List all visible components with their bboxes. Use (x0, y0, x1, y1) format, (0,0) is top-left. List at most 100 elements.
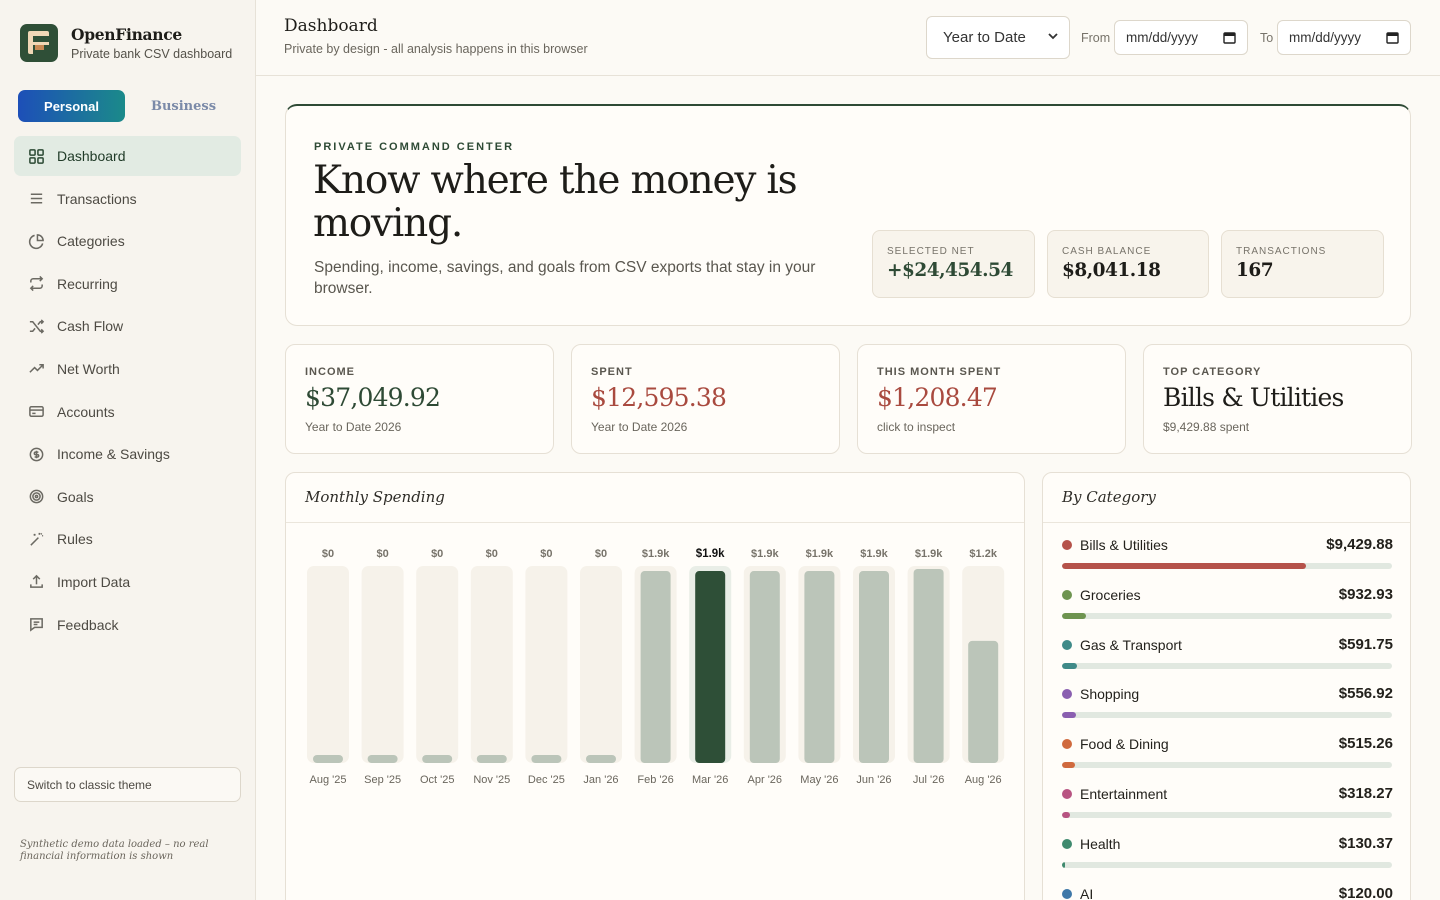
sidebar-item-goals[interactable]: Goals (14, 477, 241, 517)
wand-icon (27, 530, 45, 548)
chart-bar[interactable] (640, 571, 671, 763)
sidebar-item-feedback[interactable]: Feedback (14, 605, 241, 645)
category-amount: $515.26 (1338, 735, 1393, 753)
sidebar-item-label: Rules (57, 531, 93, 548)
chart-bar[interactable] (749, 571, 780, 763)
bar-data-label: $1.9k (751, 548, 779, 560)
to-date-input[interactable]: mm/dd/yyyy (1277, 20, 1411, 55)
chart-bar[interactable] (859, 571, 889, 763)
sidebar-item-dashboard[interactable]: Dashboard (14, 136, 241, 176)
category-progress-fill (1062, 861, 1066, 868)
this-month-spent-card[interactable]: THIS MONTH SPENT $1,208.47 click to insp… (857, 344, 1126, 454)
from-date-placeholder: mm/dd/yyyy (1126, 30, 1199, 45)
page-title: Dashboard (284, 16, 378, 36)
shuffle-icon (27, 317, 45, 335)
sidebar-item-net-worth[interactable]: Net Worth (14, 349, 241, 389)
kpi-subtext: Year to Date 2026 (305, 420, 402, 434)
personal-mode-button[interactable]: Personal (18, 90, 125, 122)
chart-bar[interactable] (586, 755, 616, 763)
business-mode-button[interactable]: Business (125, 90, 242, 122)
bar-data-label: $1.9k (860, 548, 888, 560)
sidebar-item-transactions[interactable]: Transactions (14, 179, 241, 219)
top-category-card[interactable]: TOP CATEGORY Bills & Utilities $9,429.88… (1143, 344, 1412, 454)
category-progress-track (1062, 811, 1392, 818)
kpi-value: $12,595.38 (591, 383, 727, 412)
sidebar-item-label: Feedback (57, 616, 119, 633)
sidebar-item-import-data[interactable]: Import Data (14, 562, 241, 602)
chart-bar[interactable] (367, 755, 398, 763)
category-color-dot (1062, 639, 1072, 650)
stat-value: +$24,454.54 (887, 260, 1013, 281)
chart-bar[interactable] (476, 755, 507, 763)
stat-value: 167 (1236, 260, 1274, 281)
sidebar-item-label: Transactions (57, 190, 137, 207)
x-tick-label: Oct '25 (420, 774, 455, 786)
category-row[interactable]: AI $120.00 (1062, 885, 1393, 900)
category-amount: $130.37 (1338, 834, 1393, 852)
x-tick-label: Jan '26 (583, 774, 618, 786)
sidebar-item-recurring[interactable]: Recurring (14, 264, 241, 304)
mode-toggle: Personal Business (18, 90, 242, 122)
from-date-input[interactable]: mm/dd/yyyy (1114, 20, 1248, 55)
divider (286, 522, 1024, 523)
category-row[interactable]: Shopping $556.92 (1062, 685, 1393, 735)
hero-title: Know where the money is moving. (313, 158, 798, 246)
date-range-select[interactable]: Year to Date (926, 16, 1070, 59)
category-row[interactable]: Entertainment $318.27 (1062, 785, 1393, 835)
chart-bar[interactable] (531, 755, 562, 763)
bar-track (525, 566, 568, 763)
monthly-spending-card: Monthly Spending $0 Aug '25 $0 Sep '25 $0 Oct… (285, 472, 1025, 900)
divider (1043, 522, 1410, 523)
repeat-icon (27, 275, 45, 293)
bar-data-label: $1.9k (915, 548, 943, 560)
income-card[interactable]: INCOME $37,049.92 Year to Date 2026 (285, 344, 554, 454)
category-row[interactable]: Groceries $932.93 (1062, 586, 1393, 636)
category-progress-track (1062, 861, 1392, 868)
category-amount: $556.92 (1338, 685, 1393, 703)
category-row[interactable]: Health $130.37 (1062, 835, 1393, 885)
hero-kicker: PRIVATE COMMAND CENTER (314, 141, 515, 153)
x-tick-label: Nov '25 (473, 774, 510, 786)
bar-track (580, 566, 622, 763)
x-tick-label: Sep '25 (364, 774, 401, 786)
header: Dashboard Private by design - all analys… (256, 0, 1440, 76)
pie-icon (27, 232, 45, 250)
kpi-value: $37,049.92 (305, 383, 441, 412)
sidebar-item-income-savings[interactable]: Income & Savings (14, 434, 241, 474)
bar-track (416, 566, 459, 763)
kpi-value: $1,208.47 (877, 383, 998, 412)
kpi-label: INCOME (305, 366, 355, 378)
category-progress-track (1062, 762, 1392, 769)
classic-theme-button[interactable]: Switch to classic theme (14, 767, 241, 802)
category-progress-track (1062, 563, 1392, 569)
sidebar-item-cash-flow[interactable]: Cash Flow (14, 306, 241, 346)
card-icon (27, 403, 45, 421)
category-row[interactable]: Food & Dining $515.26 (1062, 735, 1393, 785)
bar-data-label: $0 (431, 548, 443, 560)
chart-bar[interactable] (422, 755, 453, 763)
brand[interactable]: OpenFinance Private bank CSV dashboard (20, 24, 232, 62)
chart-bar[interactable] (695, 571, 726, 763)
kpi-label: THIS MONTH SPENT (877, 366, 1002, 378)
chart-bar[interactable] (968, 640, 999, 763)
sidebar-item-label: Net Worth (57, 360, 120, 377)
category-name: Entertainment (1080, 785, 1168, 802)
sidebar-item-categories[interactable]: Categories (14, 221, 241, 261)
sidebar-item-rules[interactable]: Rules (14, 519, 241, 559)
chart-bar[interactable] (804, 571, 835, 763)
x-tick-label: Jul '26 (913, 774, 944, 786)
card-title: Monthly Spending (305, 488, 445, 506)
sidebar-nav: Dashboard Transactions Categories Recurr… (14, 136, 241, 647)
category-progress-fill (1062, 762, 1076, 769)
category-progress-fill (1062, 712, 1077, 719)
sidebar: OpenFinance Private bank CSV dashboard P… (0, 0, 256, 900)
sidebar-item-accounts[interactable]: Accounts (14, 392, 241, 432)
spent-card[interactable]: SPENT $12,595.38 Year to Date 2026 (571, 344, 840, 454)
chart-bar[interactable] (313, 755, 343, 763)
chart-bar[interactable] (913, 569, 944, 763)
sidebar-item-label: Dashboard (57, 148, 126, 164)
category-row[interactable]: Gas & Transport $591.75 (1062, 636, 1393, 686)
category-name: Health (1080, 835, 1121, 852)
x-tick-label: Mar '26 (692, 774, 728, 786)
category-row[interactable]: Bills & Utilities $9,429.88 (1062, 536, 1393, 586)
